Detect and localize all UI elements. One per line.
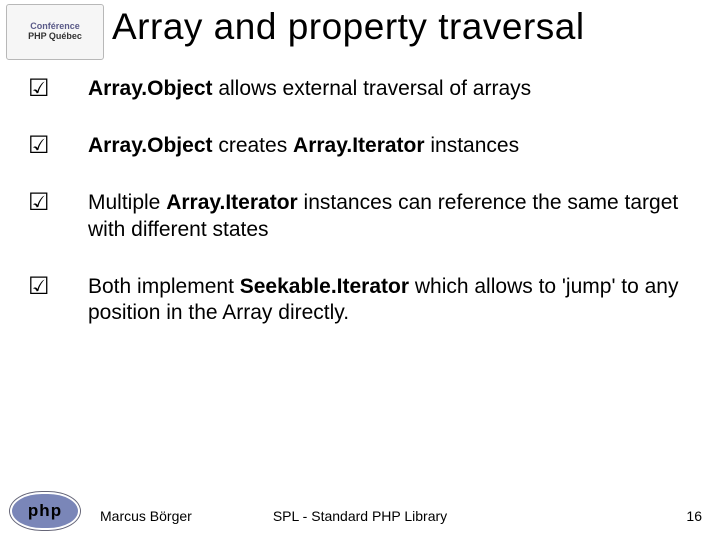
bullet-text: Array.Object allows external traversal o… — [88, 76, 696, 103]
check-icon: ☑ — [28, 274, 88, 300]
bullet-row: ☑Array.Object allows external traversal … — [28, 76, 696, 103]
text-span: Both implement — [88, 275, 240, 298]
bold-term: Array.Object — [88, 134, 213, 157]
slide-title: Array and property traversal — [112, 6, 708, 48]
text-span: allows external traversal of arrays — [213, 77, 532, 100]
bold-term: Array.Object — [88, 77, 213, 100]
text-span: creates — [213, 134, 294, 157]
bullet-text: Both implement Seekable.Iterator which a… — [88, 274, 696, 328]
bullet-text: Multiple Array.Iterator instances can re… — [88, 190, 696, 244]
text-span: instances — [425, 134, 520, 157]
bullet-row: ☑Both implement Seekable.Iterator which … — [28, 274, 696, 328]
bold-term: Seekable.Iterator — [240, 275, 409, 298]
check-icon: ☑ — [28, 190, 88, 216]
bullet-row: ☑Multiple Array.Iterator instances can r… — [28, 190, 696, 244]
conference-logo-line2: PHP Québec — [28, 32, 82, 42]
bold-term: Array.Iterator — [293, 134, 425, 157]
bullet-row: ☑Array.Object creates Array.Iterator ins… — [28, 133, 696, 160]
conference-logo: Conférence PHP Québec — [6, 4, 104, 60]
check-icon: ☑ — [28, 133, 88, 159]
footer-center: SPL - Standard PHP Library — [0, 508, 720, 524]
footer-page-number: 16 — [686, 508, 702, 524]
bullet-list: ☑Array.Object allows external traversal … — [28, 76, 696, 357]
slide: Conférence PHP Québec Array and property… — [0, 0, 720, 540]
bold-term: Array.Iterator — [166, 191, 298, 214]
text-span: Multiple — [88, 191, 166, 214]
bullet-text: Array.Object creates Array.Iterator inst… — [88, 133, 696, 160]
check-icon: ☑ — [28, 76, 88, 102]
